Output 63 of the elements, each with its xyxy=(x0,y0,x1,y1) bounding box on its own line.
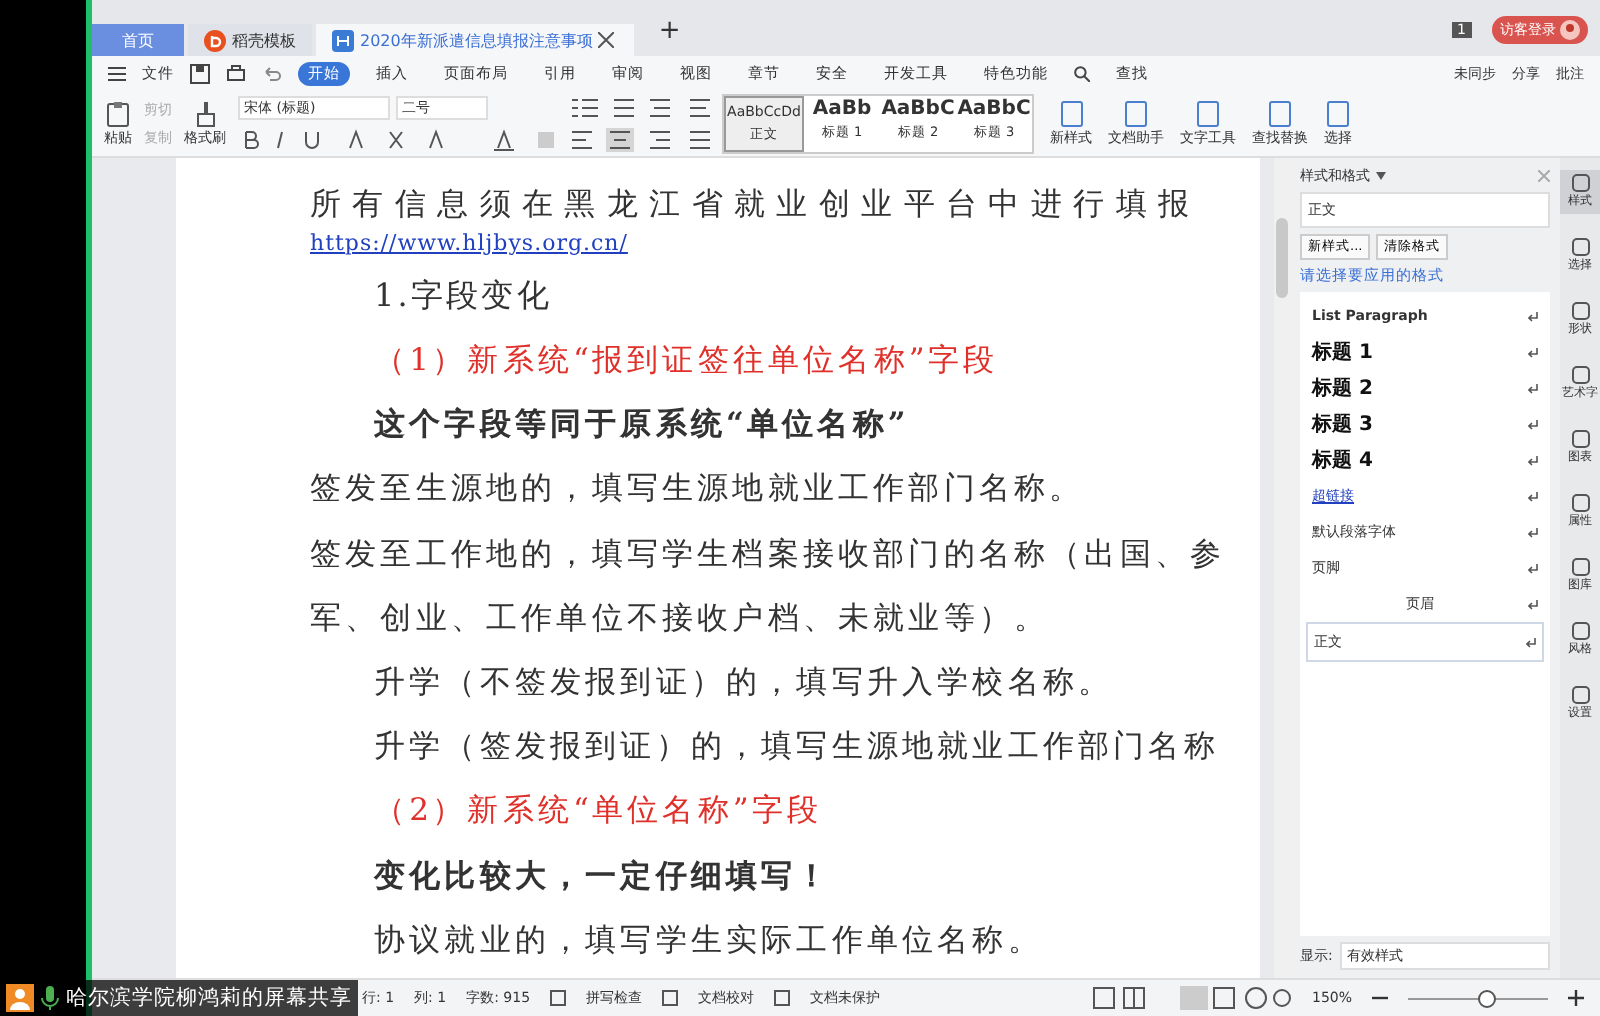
paragraph: 升学（不签发报到证）的，填写升入学校名称。 xyxy=(374,661,1114,704)
slider-thumb[interactable] xyxy=(1477,989,1495,1007)
brush-icon xyxy=(191,99,219,127)
style-item[interactable]: 标题 1 xyxy=(1306,334,1544,370)
tool-icon xyxy=(1324,99,1352,127)
style-item[interactable]: 标题 3 xyxy=(1306,406,1544,442)
return-icon xyxy=(1528,599,1538,609)
tool-icon xyxy=(1194,99,1222,127)
return-icon xyxy=(1528,347,1538,357)
tool-icon xyxy=(1571,558,1589,576)
return-icon xyxy=(1526,637,1536,647)
return-icon xyxy=(1528,383,1538,393)
user-icon xyxy=(6,984,34,1012)
paragraph: （2）新系统“单位名称”字段 xyxy=(374,790,823,833)
return-icon xyxy=(1528,455,1538,465)
screen-share-banner: 哈尔滨学院柳鸿莉的屏幕共享 xyxy=(0,980,358,1016)
save-icon[interactable] xyxy=(190,63,210,83)
tool-icon xyxy=(1266,99,1294,127)
tool-icon xyxy=(1571,686,1589,704)
paragraph: 签发至生源地的，填写生源地就业工作部门名称。 xyxy=(310,468,1085,511)
paragraph: 升学（签发报到证）的，填写生源地就业工作部门名称 xyxy=(374,726,1219,769)
paragraph: 变化比较大，一定仔细填写！ xyxy=(374,853,832,898)
menu-icon[interactable] xyxy=(108,65,126,81)
return-icon xyxy=(1528,563,1538,573)
paragraph: 签发至工作地的，填写学生档案接收部门的名称（出国、参 xyxy=(310,533,1226,576)
template-logo-icon xyxy=(204,29,226,51)
undo-icon[interactable] xyxy=(262,63,282,83)
search-icon xyxy=(1074,65,1090,81)
style-item[interactable]: 标题 4 xyxy=(1306,442,1544,478)
tool-icon xyxy=(1571,174,1589,192)
paragraph: 协议就业的，填写学生实际工作单位名称。 xyxy=(374,919,1043,962)
writer-doc-icon xyxy=(332,29,354,51)
tool-icon xyxy=(1571,430,1589,448)
tool-icon xyxy=(1057,99,1085,127)
tool-icon xyxy=(1122,99,1150,127)
paragraph: 1.字段变化 xyxy=(374,273,552,318)
tool-icon xyxy=(1571,622,1589,640)
new-tab-button[interactable]: + xyxy=(638,15,701,45)
return-icon xyxy=(1528,491,1538,501)
close-icon[interactable] xyxy=(598,32,615,48)
align-icons-drawing xyxy=(570,127,710,151)
paste-icon xyxy=(104,99,132,127)
paragraph: 军、创业、工作单位不接收户档、未就业等）。 xyxy=(310,597,1050,640)
tool-icon xyxy=(1571,302,1589,320)
tool-icon xyxy=(1571,366,1589,384)
tool-icon xyxy=(1571,494,1589,512)
paragraph: 所有信息须在黑龙江省就业创业平台中进行填报 xyxy=(310,184,1201,226)
microphone-icon xyxy=(40,984,60,1012)
return-icon xyxy=(1528,527,1538,537)
tool-icon xyxy=(1571,238,1589,256)
link[interactable]: https://www.hljbys.org.cn/ xyxy=(310,226,628,270)
return-icon xyxy=(1528,419,1538,429)
scrollbar[interactable] xyxy=(1274,158,1290,978)
caret-icon[interactable] xyxy=(1376,172,1386,180)
return-icon xyxy=(1528,311,1538,321)
list-icons-drawing xyxy=(570,95,710,119)
avatar-icon xyxy=(1560,20,1580,40)
document-tab[interactable]: 稻壳模板 xyxy=(188,24,312,56)
style-item[interactable]: 标题 2 xyxy=(1306,370,1544,406)
document-tab[interactable]: 2020年新派遣信息填报注意事项 xyxy=(316,24,635,56)
zoom-in-button[interactable] xyxy=(1568,990,1584,1006)
paragraph: （1）新系统“报到证签往单位名称”字段 xyxy=(374,339,999,382)
paragraph: 这个字段等同于原系统“单位名称” xyxy=(374,402,909,447)
